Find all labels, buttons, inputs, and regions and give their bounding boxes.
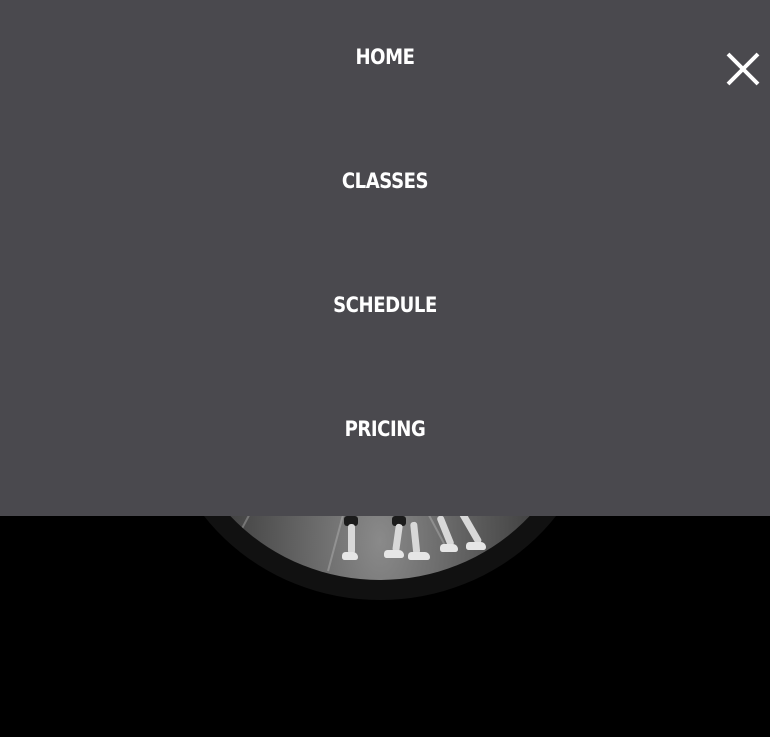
- nav-item-schedule[interactable]: SCHEDULE: [54, 292, 716, 318]
- close-menu-button[interactable]: [724, 50, 762, 88]
- nav-item-classes[interactable]: CLASSES: [54, 168, 716, 194]
- close-icon: [726, 52, 760, 86]
- page: HOME CLASSES SCHEDULE PRICING: [0, 0, 770, 737]
- navigation-menu-overlay: HOME CLASSES SCHEDULE PRICING: [0, 0, 770, 516]
- nav-item-home[interactable]: HOME: [54, 44, 716, 70]
- nav-menu: HOME CLASSES SCHEDULE PRICING: [0, 0, 770, 516]
- nav-item-pricing[interactable]: PRICING: [54, 416, 716, 442]
